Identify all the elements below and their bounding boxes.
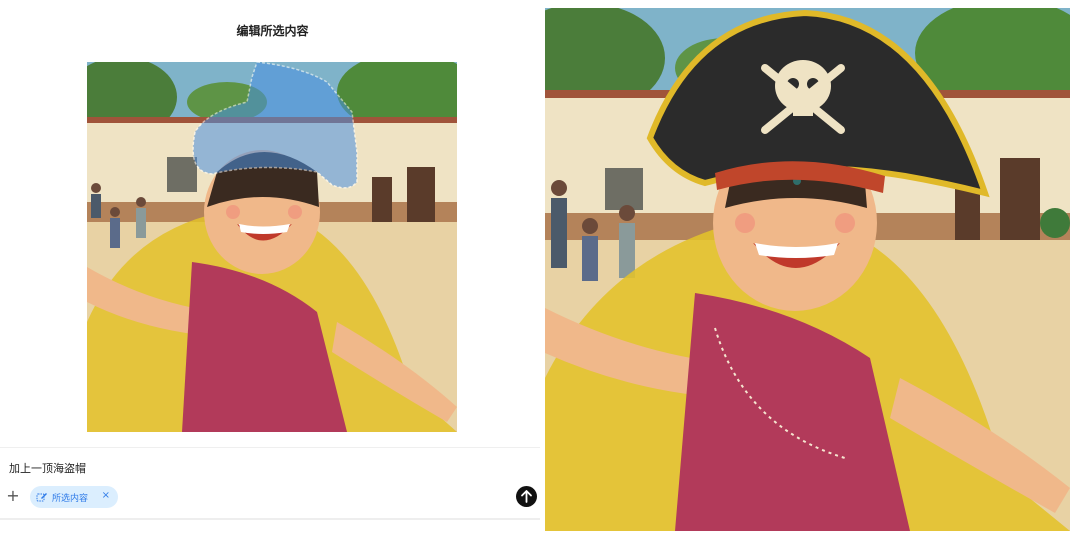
result-illustration (545, 8, 1070, 531)
chip-label: 所选内容 (52, 493, 89, 504)
result-image (545, 8, 1070, 531)
edit-panel: 编辑所选内容 加上一顶海盗帽 + 所选内容 × (0, 0, 540, 540)
edit-canvas[interactable] (87, 62, 457, 432)
send-button[interactable] (516, 486, 537, 507)
edit-illustration (87, 62, 457, 432)
add-button[interactable]: + (3, 486, 23, 506)
selection-chip[interactable]: 所选内容 × (30, 486, 118, 508)
prompt-text[interactable]: 加上一顶海盗帽 (9, 460, 86, 476)
close-icon[interactable]: × (102, 490, 110, 501)
selection-edit-icon (36, 493, 47, 502)
page-title: 编辑所选内容 (236, 24, 309, 38)
prompt-input-area[interactable]: 加上一顶海盗帽 + 所选内容 × (0, 447, 540, 520)
arrow-up-icon (521, 490, 532, 503)
